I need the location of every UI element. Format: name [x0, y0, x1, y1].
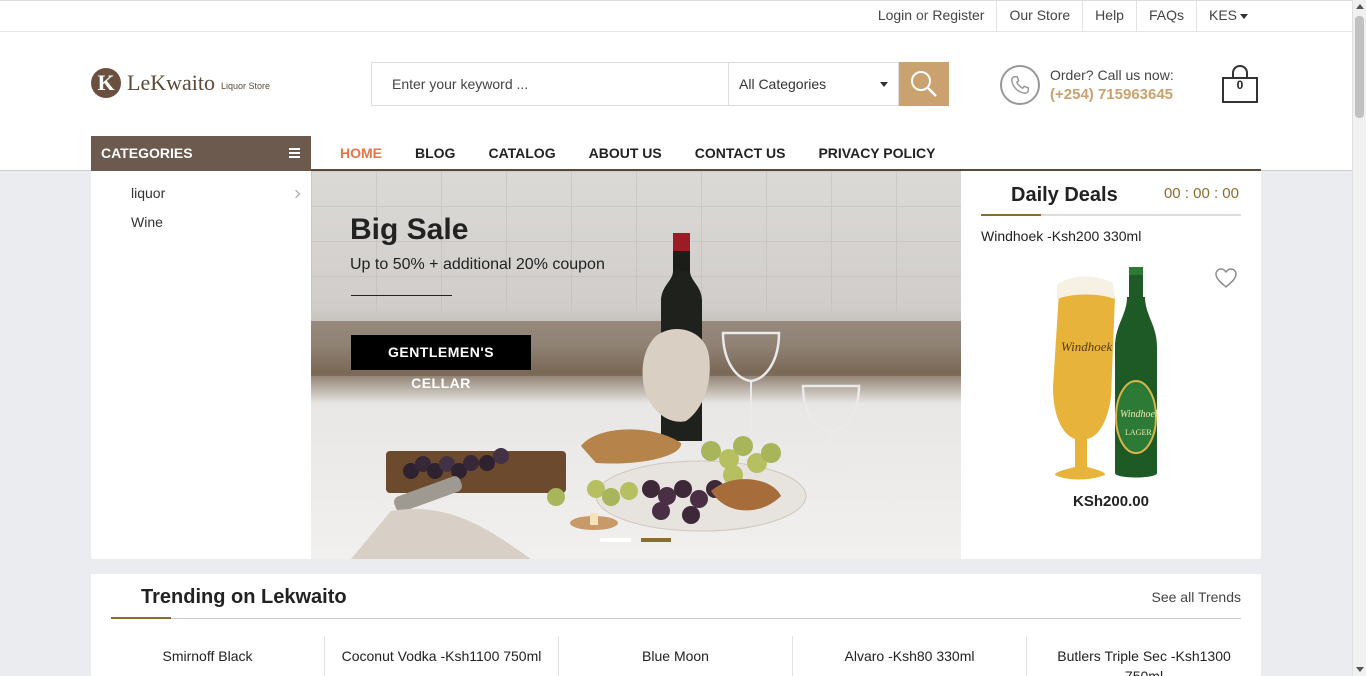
trending-item[interactable]: Alvaro -Ksh80 330ml: [793, 636, 1027, 676]
phone-text: Order? Call us now: (+254) 715963645: [1050, 65, 1174, 105]
nav-blog[interactable]: BLOG: [415, 145, 455, 161]
category-label: Wine: [131, 214, 163, 230]
daily-deals-panel: Daily Deals 00 : 00 : 00 Windhoek -Ksh20…: [961, 171, 1261, 559]
chevron-down-icon: [880, 82, 888, 87]
daily-deals-title: Daily Deals: [1011, 184, 1118, 206]
login-link[interactable]: Login: [878, 7, 912, 23]
svg-text:Windhoek: Windhoek: [1061, 339, 1112, 354]
trending-item[interactable]: Coconut Vodka -Ksh1100 750ml: [325, 636, 559, 676]
categories-heading: CATEGORIES: [101, 145, 193, 161]
see-all-trends-link[interactable]: See all Trends: [1152, 589, 1242, 605]
chevron-down-icon: [1240, 13, 1248, 19]
main-nav: HOME BLOG CATALOG ABOUT US CONTACT US PR…: [340, 136, 968, 170]
categories-sidebar: liquor Wine: [91, 171, 311, 559]
top-links: Login or Register Our Store Help FAQs KE…: [866, 1, 1260, 32]
phone-label: Order? Call us now:: [1050, 67, 1174, 83]
banner-divider: [351, 295, 452, 296]
trending-item[interactable]: Blue Moon: [559, 636, 793, 676]
deals-countdown-timer: 00 : 00 : 00: [1163, 185, 1239, 202]
faqs-link[interactable]: FAQs: [1135, 1, 1196, 32]
nav-privacy-policy[interactable]: PRIVACY POLICY: [818, 145, 935, 161]
phone-number[interactable]: (+254) 715963645: [1050, 85, 1174, 105]
currency-label: KES: [1208, 7, 1237, 23]
category-select[interactable]: All Categories: [728, 62, 899, 106]
top-bar: Login or Register Our Store Help FAQs KE…: [0, 0, 1352, 32]
deal-product-name[interactable]: Windhoek -Ksh200 330ml: [981, 228, 1141, 244]
site-logo[interactable]: K LeKwaito Liquor Store: [91, 68, 270, 98]
category-item-wine[interactable]: Wine: [131, 214, 163, 230]
nav-catalog[interactable]: CATALOG: [488, 145, 555, 161]
trending-title: Trending on Lekwaito: [141, 586, 347, 608]
category-item-liquor[interactable]: liquor: [131, 185, 311, 201]
hero-banner[interactable]: Big Sale Up to 50% + additional 20% coup…: [311, 171, 961, 559]
category-label: liquor: [131, 185, 166, 201]
trending-section: Trending on Lekwaito See all Trends Smir…: [91, 574, 1261, 676]
trending-divider: [111, 618, 1241, 619]
search-icon: [911, 71, 937, 97]
category-select-value: All Categories: [739, 76, 827, 92]
scroll-down-arrow-icon[interactable]: [1356, 667, 1364, 672]
header: K LeKwaito Liquor Store All Categories O…: [0, 32, 1352, 171]
nav-about-us[interactable]: ABOUT US: [589, 145, 662, 161]
nav-home[interactable]: HOME: [340, 145, 382, 161]
cart-count: 0: [1236, 78, 1244, 92]
cart-button[interactable]: 0: [1220, 64, 1260, 104]
logo-subtitle: Liquor Store: [220, 81, 270, 91]
svg-text:LAGER: LAGER: [1125, 428, 1152, 437]
trending-item[interactable]: Butlers Triple Sec -Ksh1300 750ml: [1027, 636, 1261, 676]
gentlemens-cellar-button-line2[interactable]: CELLAR: [351, 375, 531, 391]
chevron-right-icon: [291, 189, 301, 199]
scroll-thumb[interactable]: [1355, 16, 1364, 118]
help-link[interactable]: Help: [1082, 1, 1136, 32]
slide-indicator-1[interactable]: [600, 538, 631, 542]
slide-indicator-2[interactable]: [641, 538, 671, 542]
trending-list: Smirnoff Black Coconut Vodka -Ksh1100 75…: [91, 636, 1261, 676]
logo-text: LeKwaito: [127, 70, 215, 95]
banner-subtitle: Up to 50% + additional 20% coupon: [350, 256, 605, 273]
menu-icon: [289, 148, 300, 158]
logo-mark-icon: K: [91, 68, 121, 98]
banner-title: Big Sale: [350, 213, 469, 246]
register-link[interactable]: Register: [932, 7, 984, 23]
scroll-up-arrow-icon[interactable]: [1356, 4, 1364, 9]
nav-contact-us[interactable]: CONTACT US: [695, 145, 786, 161]
gentlemens-cellar-button[interactable]: GENTLEMEN'S: [351, 335, 531, 370]
search-input[interactable]: [371, 62, 728, 106]
account-links: Login or Register: [866, 1, 997, 32]
our-store-link[interactable]: Our Store: [996, 1, 1082, 32]
phone-contact: Order? Call us now: (+254) 715963645: [1000, 65, 1174, 105]
svg-text:Windhoek: Windhoek: [1120, 409, 1160, 420]
trending-divider-accent: [111, 617, 171, 619]
deals-divider-accent: [981, 214, 1041, 216]
currency-dropdown[interactable]: KES: [1195, 1, 1260, 32]
categories-toggle[interactable]: CATEGORIES: [91, 136, 311, 171]
search-button[interactable]: [899, 62, 949, 106]
trending-item[interactable]: Smirnoff Black: [91, 636, 325, 676]
windhoek-product-image[interactable]: Windhoek Windhoek LAGER: [1049, 267, 1179, 482]
deal-product-price: KSh200.00: [1073, 493, 1149, 510]
page-scrollbar[interactable]: [1352, 0, 1366, 676]
or-text: or: [915, 7, 929, 23]
heart-icon[interactable]: [1214, 267, 1238, 289]
search-bar: All Categories: [371, 62, 949, 106]
phone-icon: [1000, 65, 1040, 105]
